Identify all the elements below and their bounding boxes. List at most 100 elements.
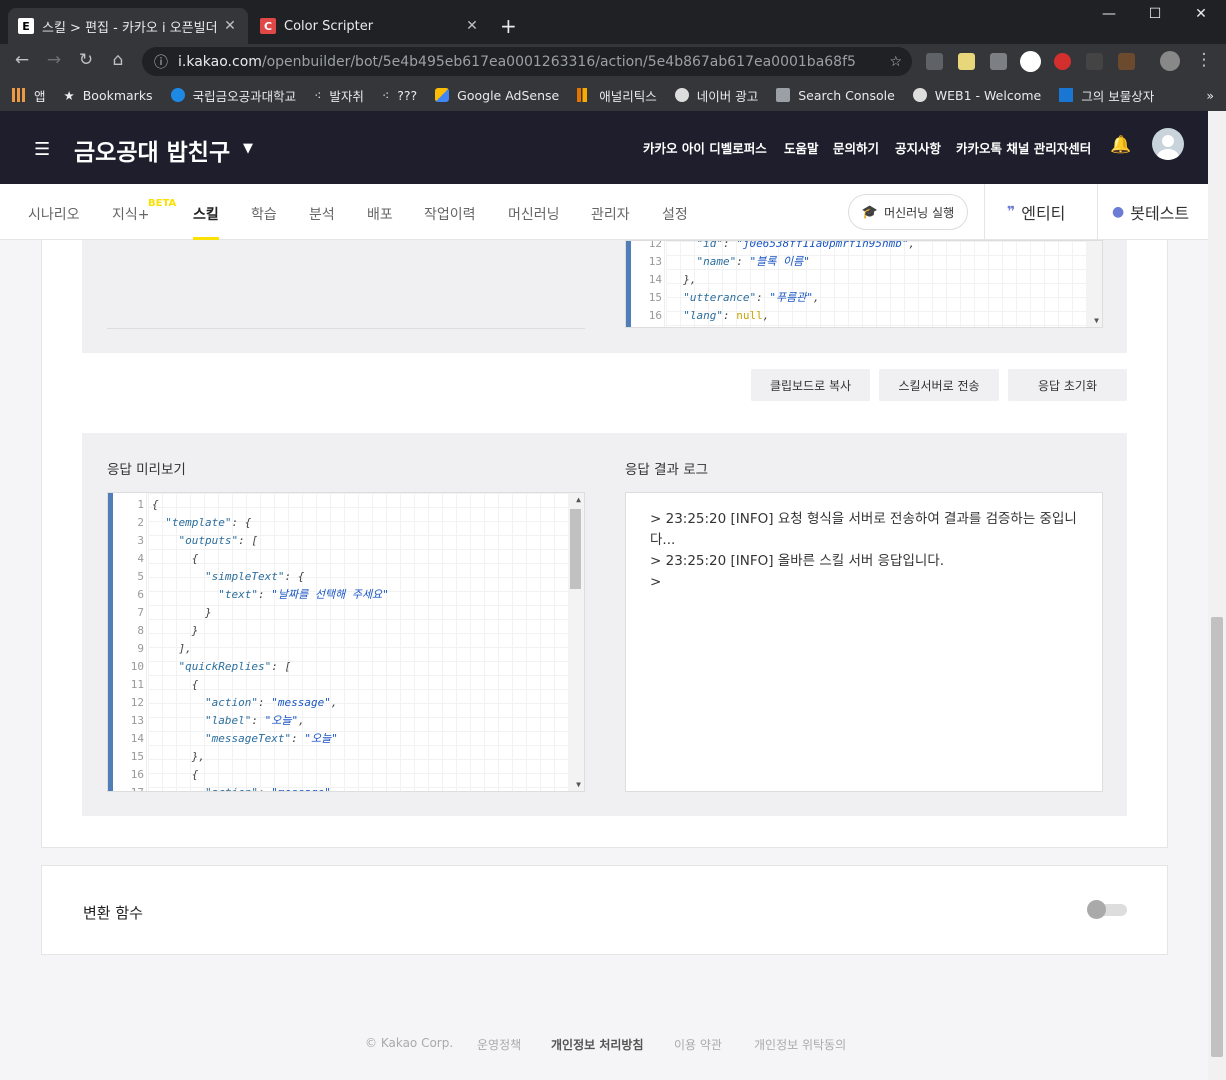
- bookmark-kumoh[interactable]: 국립금오공과대학교: [170, 86, 296, 105]
- close-window-icon[interactable]: ✕: [1178, 6, 1224, 22]
- bookmark-analytics[interactable]: 애널리틱스: [577, 86, 657, 105]
- more-bookmarks-icon[interactable]: »: [1206, 88, 1214, 103]
- code-text: }: [152, 624, 199, 637]
- line-number: 6: [137, 588, 144, 601]
- scroll-down-icon[interactable]: ▼: [1094, 316, 1099, 325]
- link-notice[interactable]: 공지사항: [895, 138, 941, 157]
- footer-consent[interactable]: 개인정보 위탁동의: [754, 1036, 846, 1053]
- info-icon[interactable]: ⓘ: [154, 52, 168, 72]
- globe-icon: [674, 88, 689, 102]
- globe-icon: [912, 88, 927, 102]
- bookmark-unknown[interactable]: ⁖???: [382, 88, 417, 103]
- reload-icon[interactable]: ↻: [74, 50, 98, 70]
- bookmark-treasure[interactable]: 그의 보물상자: [1059, 86, 1154, 105]
- star-icon: ★: [63, 87, 75, 103]
- drive-icon[interactable]: [990, 53, 1007, 70]
- bookmark-apps[interactable]: 앱: [12, 86, 46, 105]
- adblock-icon[interactable]: [1054, 53, 1071, 70]
- code-text: },: [670, 273, 697, 286]
- tab-skill[interactable]: 스킬: [193, 204, 219, 240]
- menu-icon[interactable]: ⋮: [1192, 50, 1216, 70]
- link-developers[interactable]: 카카오 아이 디벨로퍼스: [643, 138, 767, 157]
- link-contact[interactable]: 문의하기: [833, 138, 879, 157]
- tab-scenario[interactable]: 시나리오: [28, 204, 80, 224]
- close-tab-icon[interactable]: ✕: [464, 18, 480, 34]
- line-number: 12: [130, 696, 144, 709]
- bookmark-footprint[interactable]: ⁖ 발자취: [314, 86, 364, 105]
- bell-icon[interactable]: 🔔: [1110, 135, 1131, 155]
- request-json-editor[interactable]: 12 "id": "j0e6538ff11a0pmrfih95hmb", 13 "…: [625, 240, 1103, 328]
- extension-icon[interactable]: [1118, 53, 1135, 70]
- tab-kakao-openbuilder[interactable]: E 스킬 > 편집 - 카카오 i 오픈빌더 ✕: [8, 8, 248, 44]
- link-help[interactable]: 도움말: [784, 138, 819, 157]
- copy-clipboard-button[interactable]: 클립보드로 복사: [751, 369, 870, 401]
- tab-deploy[interactable]: 배포: [367, 204, 393, 224]
- chat-bubble-icon: ●: [1112, 204, 1125, 220]
- send-to-skill-server-button[interactable]: 스킬서버로 전송: [879, 369, 999, 401]
- editor-scrollbar[interactable]: ▲ ▼: [568, 493, 584, 791]
- home-icon[interactable]: ⌂: [106, 50, 130, 70]
- transform-toggle[interactable]: [1087, 900, 1127, 919]
- new-tab-icon[interactable]: +: [500, 14, 517, 38]
- url-input[interactable]: ⓘ i.kakao.com/openbuilder/bot/5e4b495eb6…: [142, 47, 912, 76]
- extension-icon[interactable]: [1086, 53, 1103, 70]
- bottest-button[interactable]: ● 봇테스트: [1112, 200, 1189, 224]
- reset-response-button[interactable]: 응답 초기화: [1008, 369, 1127, 401]
- tab-learning[interactable]: 학습: [251, 204, 277, 224]
- bookmark-search-console[interactable]: Search Console: [776, 88, 895, 103]
- response-preview-editor[interactable]: 1 {2 "template": {3 "outputs": [4 {5 "sim…: [107, 492, 585, 792]
- line-number: 8: [137, 624, 144, 637]
- code-text: {: [152, 498, 159, 511]
- forward-icon[interactable]: →: [42, 50, 66, 70]
- avatar[interactable]: [1152, 128, 1184, 160]
- footer-privacy[interactable]: 개인정보 처리방침: [551, 1036, 644, 1053]
- line-number: 10: [130, 660, 144, 673]
- editor-scrollbar[interactable]: ▼: [1086, 241, 1102, 327]
- bookmark-naver-ads[interactable]: 네이버 광고: [674, 86, 758, 105]
- extension-icon[interactable]: [926, 53, 943, 70]
- bookmark-star-icon[interactable]: ☆: [889, 54, 902, 70]
- run-ml-button[interactable]: 🎓 머신러닝 실행: [848, 194, 968, 230]
- line-number: 13: [130, 714, 144, 727]
- tab-history[interactable]: 작업이력: [424, 204, 476, 224]
- tab-admin[interactable]: 관리자: [591, 204, 630, 224]
- editor-accent-bar: [108, 493, 113, 791]
- page-viewport: ☰ 금오공대 밥친구 ▼ 카카오 아이 디벨로퍼스 도움말 문의하기 공지사항 …: [0, 111, 1208, 1080]
- scroll-up-icon[interactable]: ▲: [576, 495, 581, 504]
- code-text: "template": {: [165, 516, 252, 529]
- scroll-thumb[interactable]: [570, 509, 581, 589]
- extension-icon[interactable]: [1020, 51, 1041, 72]
- footer-terms[interactable]: 이용 약관: [674, 1036, 722, 1053]
- tab-knowledge[interactable]: 지식+: [112, 204, 150, 224]
- bookmark-bookmarks[interactable]: ★ Bookmarks: [64, 88, 153, 103]
- sub-navigation: 시나리오 지식+ BETA 스킬 학습 분석 배포 작업이력 머신러닝 관리자 …: [0, 184, 1208, 240]
- bookmark-adsense[interactable]: Google AdSense: [435, 88, 559, 103]
- footer-policy[interactable]: 운영정책: [477, 1036, 521, 1053]
- response-preview-title: 응답 미리보기: [107, 462, 186, 478]
- tab-color-scripter[interactable]: C Color Scripter ✕: [250, 8, 490, 44]
- tab-settings[interactable]: 설정: [662, 204, 688, 224]
- minimize-icon[interactable]: —: [1086, 6, 1132, 22]
- page-scroll-thumb[interactable]: [1211, 617, 1223, 1057]
- bookmark-label: ???: [397, 87, 418, 103]
- browser-tabstrip: E 스킬 > 편집 - 카카오 i 오픈빌더 ✕ C Color Scripte…: [0, 0, 1226, 44]
- bookmark-web1[interactable]: WEB1 - Welcome: [912, 88, 1041, 103]
- close-tab-icon[interactable]: ✕: [222, 18, 238, 34]
- link-channel-admin[interactable]: 카카오톡 채널 관리자센터: [956, 138, 1091, 157]
- apps-icon: [12, 88, 26, 102]
- log-line: >: [650, 574, 662, 590]
- tab-machine-learning[interactable]: 머신러닝: [508, 204, 560, 224]
- bot-name[interactable]: 금오공대 밥친구: [74, 133, 230, 167]
- caret-down-icon[interactable]: ▼: [243, 141, 253, 156]
- maximize-icon[interactable]: ☐: [1132, 6, 1178, 22]
- scroll-down-icon[interactable]: ▼: [576, 780, 581, 789]
- extension-icon[interactable]: [958, 53, 975, 70]
- transform-function-card: 변환 함수: [41, 865, 1168, 955]
- transform-function-title: 변환 함수: [83, 904, 143, 922]
- code-text: },: [152, 750, 205, 763]
- menu-hamburger-icon[interactable]: ☰: [34, 139, 50, 160]
- back-icon[interactable]: ←: [10, 50, 34, 70]
- tab-analysis[interactable]: 분석: [309, 204, 335, 224]
- entity-button[interactable]: ❞ 엔티티: [1007, 200, 1065, 224]
- profile-avatar[interactable]: [1160, 51, 1180, 71]
